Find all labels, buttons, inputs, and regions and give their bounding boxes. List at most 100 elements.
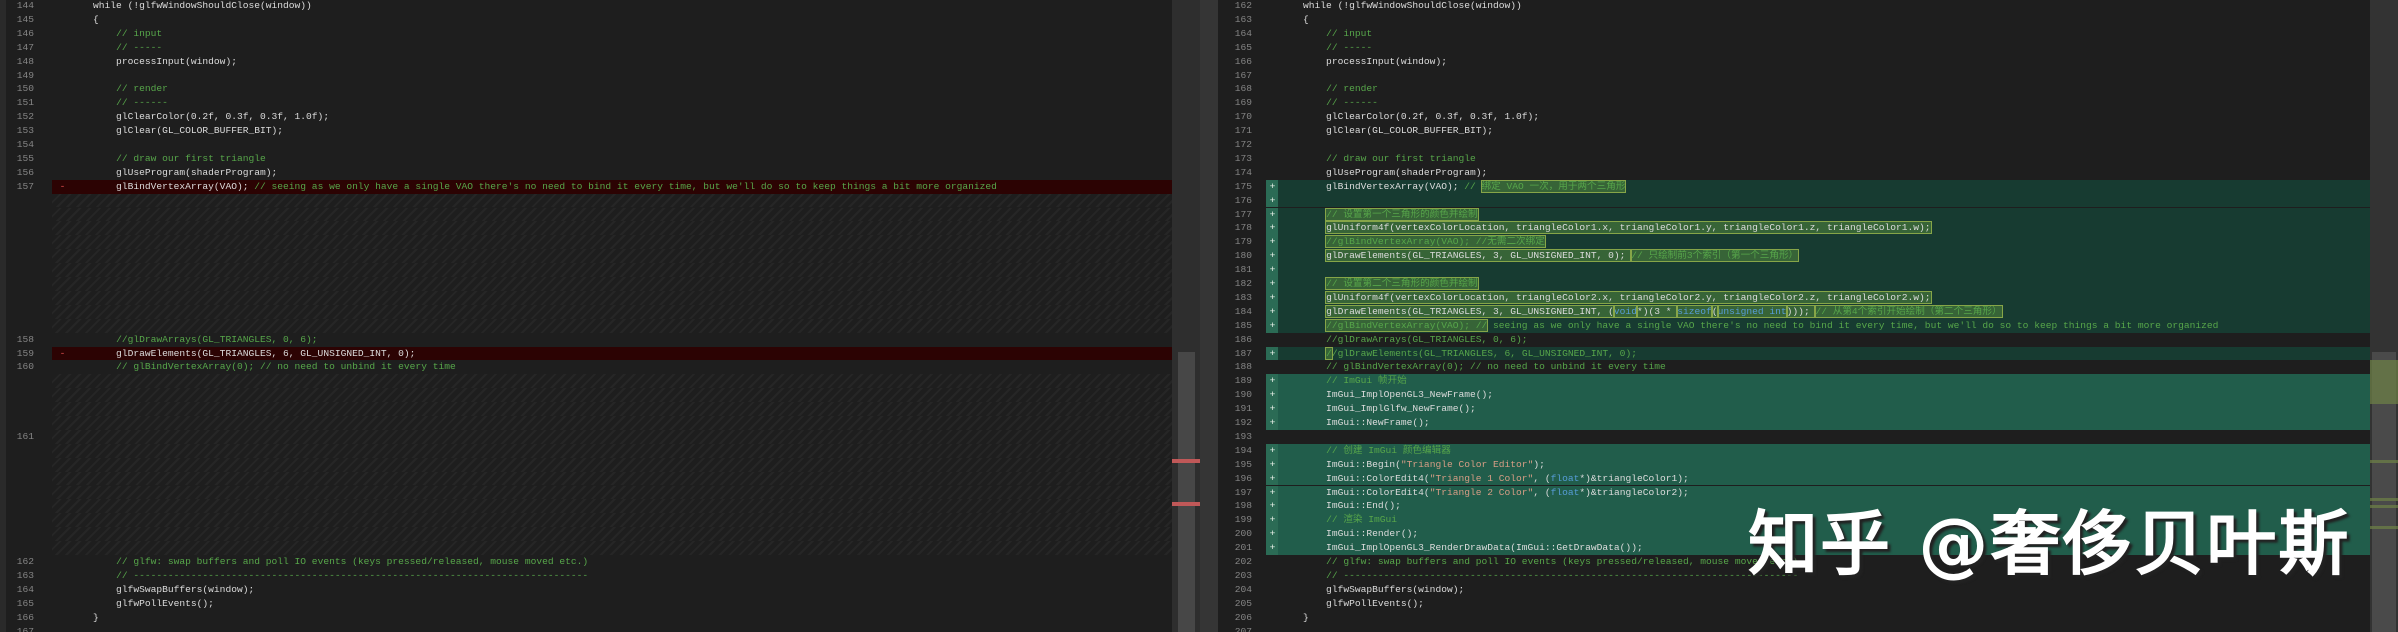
code-text[interactable]: //glDrawArrays(GL_TRIANGLES, 0, 6); — [1280, 333, 1528, 347]
code-text[interactable]: // ------ — [70, 96, 168, 110]
code-text[interactable]: // render — [70, 82, 168, 96]
code-text[interactable]: // ----- — [70, 41, 162, 55]
code-line[interactable]: 160 // glBindVertexArray(0); // no need … — [6, 360, 1172, 374]
diff-padding-row[interactable] — [6, 443, 1172, 458]
diff-line-added[interactable]: 177 + // 设置第一个三角形的颜色并绘制 — [1218, 207, 2370, 222]
diff-padding-row[interactable] — [6, 304, 1172, 319]
code-text[interactable]: glBindVertexArray(VAO); // 绑定 VAO 一次，用于两… — [1280, 179, 1627, 194]
code-text[interactable]: //glBindVertexArray(VAO); //无需二次绑定 — [1280, 235, 1546, 249]
diff-line-added[interactable]: 187 + //glDrawElements(GL_TRIANGLES, 6, G… — [1218, 346, 2370, 361]
diff-padding-row[interactable] — [6, 485, 1172, 500]
code-text[interactable]: glDrawElements(GL_TRIANGLES, 3, GL_UNSIG… — [1280, 304, 2003, 319]
code-text[interactable]: // input — [1280, 27, 1372, 41]
code-text[interactable]: // draw our first triangle — [70, 152, 266, 166]
code-line[interactable]: 167 — [6, 625, 1172, 632]
diff-line-added[interactable]: 182 + // 设置第二个三角形的颜色并绘制 — [1218, 277, 2370, 291]
diff-line-added[interactable]: 180 + glDrawElements(GL_TRIANGLES, 3, GL_… — [1218, 249, 2370, 264]
code-line[interactable]: 169 // ------ — [1218, 96, 2370, 110]
diff-padding-row[interactable] — [6, 249, 1172, 264]
code-text[interactable]: glUseProgram(shaderProgram); — [70, 166, 277, 180]
diff-padding-row[interactable] — [6, 193, 1172, 208]
code-text[interactable]: glClear(GL_COLOR_BUFFER_BIT); — [1280, 124, 1493, 138]
diff-line-added[interactable]: 185 + //glBindVertexArray(VAO); // seeing… — [1218, 318, 2370, 333]
code-text[interactable]: { — [1280, 13, 1309, 27]
code-text[interactable]: // glBindVertexArray(0); // no need to u… — [70, 360, 456, 374]
code-line[interactable]: 193 — [1218, 430, 2370, 444]
diff-padding-row[interactable] — [6, 277, 1172, 291]
code-text[interactable]: // ----- — [1280, 41, 1372, 55]
code-text[interactable]: glfwPollEvents(); — [1280, 597, 1424, 611]
code-text[interactable]: //glDrawArrays(GL_TRIANGLES, 0, 6); — [70, 333, 318, 347]
code-text[interactable]: glfwPollEvents(); — [70, 597, 214, 611]
code-text[interactable]: glUseProgram(shaderProgram); — [1280, 166, 1487, 180]
code-line[interactable]: 165 glfwPollEvents(); — [6, 597, 1172, 611]
code-line[interactable]: 165 // ----- — [1218, 41, 2370, 55]
code-line[interactable]: 206 } — [1218, 611, 2370, 625]
code-line[interactable]: 147 // ----- — [6, 41, 1172, 55]
code-line[interactable]: 152 glClearColor(0.2f, 0.3f, 0.3f, 1.0f)… — [6, 110, 1172, 124]
diff-padding-row[interactable] — [6, 235, 1172, 250]
diff-line-added[interactable]: 194 + // 创建 ImGui 颜色编辑器 — [1218, 443, 2370, 458]
code-line[interactable]: 173 // draw our first triangle — [1218, 152, 2370, 166]
code-text[interactable]: // ImGui 帧开始 — [1280, 374, 1407, 388]
code-text[interactable]: glClearColor(0.2f, 0.3f, 0.3f, 1.0f); — [70, 110, 329, 124]
code-text[interactable]: ImGui::Render(); — [1280, 527, 1418, 541]
code-text[interactable]: ImGui::ColorEdit4("Triangle 2 Color", (f… — [1280, 486, 1689, 500]
code-text[interactable]: glClear(GL_COLOR_BUFFER_BIT); — [70, 124, 283, 138]
code-text[interactable]: while (!glfwWindowShouldClose(window)) — [1280, 0, 1522, 13]
code-line[interactable]: 163 { — [1218, 13, 2370, 27]
code-line[interactable]: 163 // ---------------------------------… — [6, 569, 1172, 583]
diff-line-added[interactable]: 192 + ImGui::NewFrame(); — [1218, 416, 2370, 430]
diff-line-removed[interactable]: 159 - glDrawElements(GL_TRIANGLES, 6, GL_… — [6, 346, 1172, 361]
code-text[interactable]: glClearColor(0.2f, 0.3f, 0.3f, 1.0f); — [1280, 110, 1539, 124]
code-text[interactable]: // 设置第二个三角形的颜色并绘制 — [1280, 277, 1479, 291]
code-line[interactable]: 145 { — [6, 13, 1172, 27]
diff-line-added[interactable]: 179 + //glBindVertexArray(VAO); //无需二次绑定 — [1218, 235, 2370, 250]
code-text[interactable]: // glfw: swap buffers and poll IO events… — [70, 555, 588, 569]
diff-padding-row[interactable] — [6, 513, 1172, 528]
code-text[interactable]: // render — [1280, 82, 1378, 96]
code-text[interactable]: glDrawElements(GL_TRIANGLES, 6, GL_UNSIG… — [70, 347, 415, 361]
code-line[interactable]: 162 // glfw: swap buffers and poll IO ev… — [6, 555, 1172, 569]
diff-padding-row[interactable] — [6, 471, 1172, 486]
diff-padding-row[interactable] — [6, 416, 1172, 430]
diff-line-added[interactable]: 183 + glUniform4f(vertexColorLocation, tr… — [1218, 290, 2370, 305]
code-text[interactable]: glDrawElements(GL_TRIANGLES, 3, GL_UNSIG… — [1280, 249, 1800, 263]
code-line[interactable]: 174 glUseProgram(shaderProgram); — [1218, 166, 2370, 180]
pane-divider[interactable] — [1200, 0, 1218, 632]
code-text[interactable]: glBindVertexArray(VAO); // seeing as we … — [70, 180, 997, 194]
code-text[interactable]: // glBindVertexArray(0); // no need to u… — [1280, 360, 1666, 374]
code-text[interactable]: // glfw: swap buffers and poll IO events… — [1280, 555, 1798, 569]
code-line[interactable]: 149 — [6, 69, 1172, 83]
code-line[interactable]: 144 while (!glfwWindowShouldClose(window… — [6, 0, 1172, 13]
code-line[interactable]: 153 glClear(GL_COLOR_BUFFER_BIT); — [6, 124, 1172, 138]
code-text[interactable]: // -------------------------------------… — [1280, 569, 1798, 583]
diff-padding-row[interactable] — [6, 263, 1172, 277]
code-line[interactable]: 170 glClearColor(0.2f, 0.3f, 0.3f, 1.0f)… — [1218, 110, 2370, 124]
code-line[interactable]: 207 — [1218, 625, 2370, 632]
code-text[interactable]: ImGui::End(); — [1280, 499, 1401, 513]
diff-line-added[interactable]: 175 + glBindVertexArray(VAO); // 绑定 VAO 一… — [1218, 179, 2370, 194]
diff-padding-row[interactable] — [6, 499, 1172, 514]
code-line[interactable]: 151 // ------ — [6, 96, 1172, 110]
code-text[interactable]: glUniform4f(vertexColorLocation, triangl… — [1280, 221, 1932, 235]
code-line[interactable]: 155 // draw our first triangle — [6, 152, 1172, 166]
diff-padding-row[interactable] — [6, 457, 1172, 472]
diff-padding-row[interactable] — [6, 207, 1172, 222]
code-line[interactable]: 162 while (!glfwWindowShouldClose(window… — [1218, 0, 2370, 13]
code-line[interactable]: 166 } — [6, 611, 1172, 625]
diff-line-added[interactable]: 196 + ImGui::ColorEdit4("Triangle 1 Color… — [1218, 471, 2370, 486]
diff-padding-row[interactable] — [6, 402, 1172, 416]
code-line[interactable]: 186 //glDrawArrays(GL_TRIANGLES, 0, 6); — [1218, 333, 2370, 347]
code-text[interactable]: // input — [70, 27, 162, 41]
diff-line-added[interactable]: 190 + ImGui_ImplOpenGL3_NewFrame(); — [1218, 388, 2370, 403]
code-line[interactable]: 154 — [6, 138, 1172, 152]
code-text[interactable]: ImGui_ImplOpenGL3_NewFrame(); — [1280, 388, 1493, 402]
code-text[interactable]: // 创建 ImGui 颜色编辑器 — [1280, 444, 1451, 458]
code-text[interactable]: { — [70, 13, 99, 27]
code-line[interactable]: 164 glfwSwapBuffers(window); — [6, 583, 1172, 597]
diff-padding-row[interactable] — [6, 374, 1172, 389]
code-line[interactable]: 172 — [1218, 138, 2370, 152]
code-line[interactable]: 205 glfwPollEvents(); — [1218, 597, 2370, 611]
code-line[interactable]: 156 glUseProgram(shaderProgram); — [6, 166, 1172, 180]
